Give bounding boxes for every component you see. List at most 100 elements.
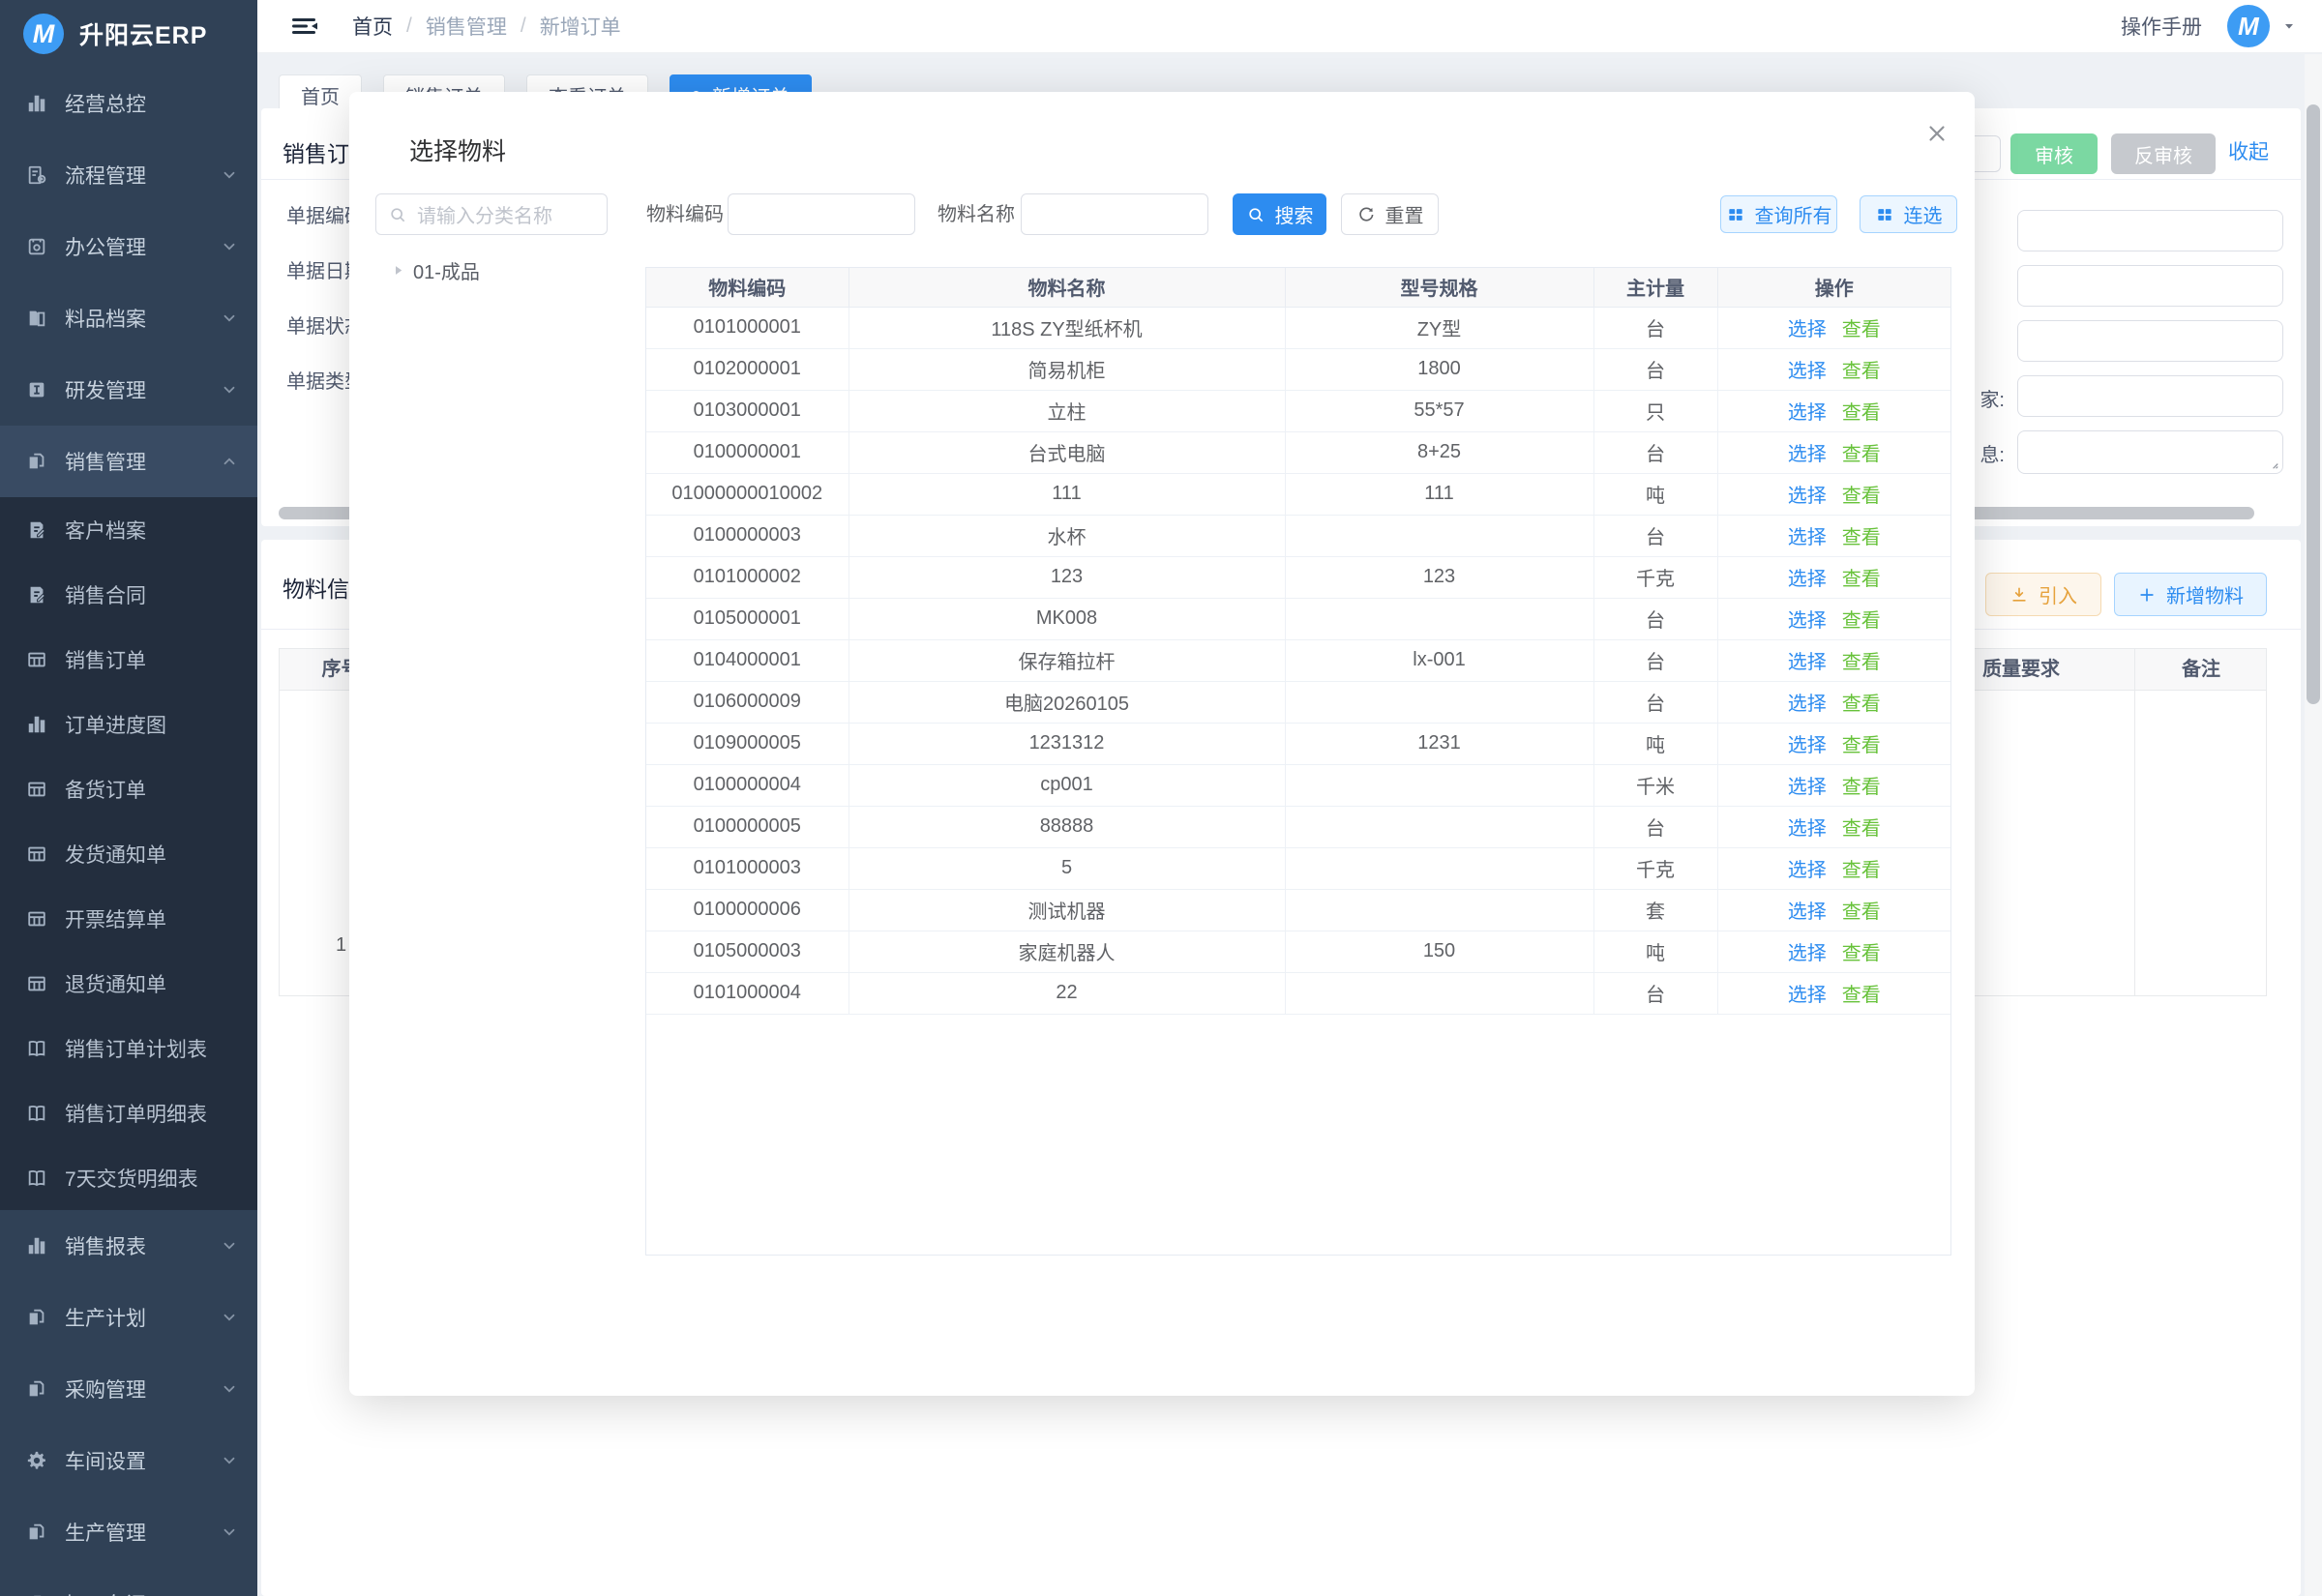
rd-badge-icon: [26, 379, 49, 400]
collapse-link[interactable]: 收起: [2228, 136, 2269, 165]
select-link[interactable]: 选择: [1788, 319, 1827, 340]
select-link[interactable]: 选择: [1788, 985, 1827, 1006]
view-link[interactable]: 查看: [1842, 652, 1881, 673]
material-name-input[interactable]: [1021, 193, 1208, 235]
view-link[interactable]: 查看: [1842, 361, 1881, 382]
caret-down-icon[interactable]: [2281, 18, 2297, 34]
sidebar-item-销售订单明细表[interactable]: 销售订单明细表: [0, 1080, 257, 1145]
sidebar-item-销售订单计划表[interactable]: 销售订单计划表: [0, 1016, 257, 1080]
sidebar-item-办公管理[interactable]: 办公管理: [0, 211, 257, 282]
view-link[interactable]: 查看: [1842, 735, 1881, 756]
sidebar-item-销售报表[interactable]: 销售报表: [0, 1210, 257, 1282]
select-link[interactable]: 选择: [1788, 486, 1827, 507]
collapse-menu-icon[interactable]: [290, 14, 319, 39]
close-icon[interactable]: [1924, 121, 1950, 146]
sidebar-item-经营总控[interactable]: 经营总控: [0, 68, 257, 139]
cell-code: 0101000003: [646, 847, 848, 889]
select-link[interactable]: 选择: [1788, 818, 1827, 840]
sidebar-item-加工车间[interactable]: 加工车间: [0, 1568, 257, 1596]
select-link[interactable]: 选择: [1788, 402, 1827, 424]
view-link[interactable]: 查看: [1842, 444, 1881, 465]
add-material-button[interactable]: 新增物料: [2114, 573, 2267, 616]
order-field-2[interactable]: [2017, 265, 2283, 307]
unaudit-button[interactable]: 反审核: [2111, 133, 2216, 174]
sidebar-item-销售合同[interactable]: 销售合同: [0, 562, 257, 627]
view-link[interactable]: 查看: [1842, 777, 1881, 798]
query-all-button[interactable]: 查询所有: [1720, 195, 1837, 233]
sidebar-item-销售订单[interactable]: 销售订单: [0, 627, 257, 692]
sidebar-item-料品档案[interactable]: 料品档案: [0, 282, 257, 354]
breadcrumb-item-新增订单[interactable]: 新增订单: [540, 12, 621, 41]
select-link[interactable]: 选择: [1788, 735, 1827, 756]
select-link[interactable]: 选择: [1788, 361, 1827, 382]
cell-name: 111: [848, 473, 1285, 515]
sidebar-item-订单进度图[interactable]: 订单进度图: [0, 692, 257, 756]
cell-spec: 1800: [1285, 348, 1593, 390]
view-link[interactable]: 查看: [1842, 860, 1881, 881]
sidebar-item-销售管理[interactable]: 销售管理: [0, 426, 257, 497]
sidebar-item-备货订单[interactable]: 备货订单: [0, 756, 257, 821]
sidebar-item-label: 生产计划: [65, 1303, 221, 1332]
select-link[interactable]: 选择: [1788, 860, 1827, 881]
select-link[interactable]: 选择: [1788, 901, 1827, 923]
materials-icon: [26, 308, 49, 329]
order-field-3[interactable]: [2017, 320, 2283, 362]
view-link[interactable]: 查看: [1842, 319, 1881, 340]
select-link[interactable]: 选择: [1788, 444, 1827, 465]
vertical-scrollbar-thumb[interactable]: [2307, 104, 2320, 704]
sidebar-item-车间设置[interactable]: 车间设置: [0, 1425, 257, 1496]
view-link[interactable]: 查看: [1842, 901, 1881, 923]
view-link[interactable]: 查看: [1842, 402, 1881, 424]
order-field-1[interactable]: [2017, 210, 2283, 251]
sidebar-item-客户档案[interactable]: 客户档案: [0, 497, 257, 562]
select-link[interactable]: 选择: [1788, 569, 1827, 590]
resize-handle-icon[interactable]: [2266, 457, 2279, 470]
sidebar-item-生产计划[interactable]: 生产计划: [0, 1282, 257, 1353]
tree-node-finished-goods[interactable]: 01-成品: [391, 256, 480, 284]
view-link[interactable]: 查看: [1842, 985, 1881, 1006]
vendor-field[interactable]: [2017, 375, 2283, 417]
view-link[interactable]: 查看: [1842, 943, 1881, 964]
cell-name: cp001: [848, 764, 1285, 806]
select-link[interactable]: 选择: [1788, 527, 1827, 548]
tree-search-input[interactable]: 请输入分类名称: [375, 193, 608, 235]
sidebar-item-发货通知单[interactable]: 发货通知单: [0, 821, 257, 886]
cell-actions: 选择查看: [1717, 889, 1950, 931]
view-link[interactable]: 查看: [1842, 486, 1881, 507]
sidebar-item-退货通知单[interactable]: 退货通知单: [0, 951, 257, 1016]
audit-button[interactable]: 审核: [2010, 133, 2098, 174]
sidebar-item-采购管理[interactable]: 采购管理: [0, 1353, 257, 1425]
avatar[interactable]: M: [2227, 5, 2270, 47]
view-link[interactable]: 查看: [1842, 610, 1881, 632]
breadcrumb-item-销售管理[interactable]: 销售管理: [426, 12, 507, 41]
import-button[interactable]: 引入: [1985, 573, 2101, 616]
vertical-scrollbar-track[interactable]: [2305, 54, 2322, 1596]
reset-button[interactable]: 重置: [1341, 193, 1439, 235]
select-link[interactable]: 选择: [1788, 777, 1827, 798]
multi-select-button[interactable]: 连选: [1860, 195, 1957, 233]
sidebar-item-生产管理[interactable]: 生产管理: [0, 1496, 257, 1568]
manual-link[interactable]: 操作手册: [2121, 12, 2202, 41]
breadcrumb-item-首页[interactable]: 首页: [352, 12, 393, 41]
sidebar-item-开票结算单[interactable]: 开票结算单: [0, 886, 257, 951]
view-link[interactable]: 查看: [1842, 527, 1881, 548]
select-link[interactable]: 选择: [1788, 943, 1827, 964]
remark-textarea[interactable]: [2017, 430, 2283, 474]
material-row: 0101000001118S ZY型纸杯机ZY型台选择查看: [646, 307, 1950, 348]
cell-spec: [1285, 764, 1593, 806]
sidebar-item-7天交货明细表[interactable]: 7天交货明细表: [0, 1145, 257, 1210]
select-link[interactable]: 选择: [1788, 652, 1827, 673]
select-link[interactable]: 选择: [1788, 694, 1827, 715]
add-material-button-label: 新增物料: [2166, 580, 2244, 608]
sidebar-item-研发管理[interactable]: 研发管理: [0, 354, 257, 426]
material-code-input[interactable]: [728, 193, 915, 235]
select-link[interactable]: 选择: [1788, 610, 1827, 632]
sidebar-item-label: 经营总控: [65, 89, 238, 118]
search-button[interactable]: 搜索: [1233, 193, 1326, 235]
view-link[interactable]: 查看: [1842, 694, 1881, 715]
view-link[interactable]: 查看: [1842, 569, 1881, 590]
sidebar-item-label: 销售报表: [65, 1231, 221, 1260]
sidebar-item-label: 研发管理: [65, 375, 221, 404]
view-link[interactable]: 查看: [1842, 818, 1881, 840]
sidebar-item-流程管理[interactable]: 流程管理: [0, 139, 257, 211]
